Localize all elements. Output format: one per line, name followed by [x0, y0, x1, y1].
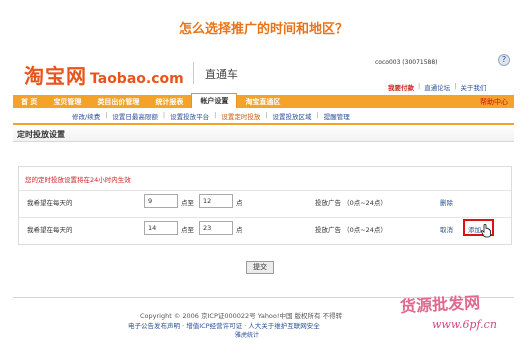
subnav-reminders[interactable]: 提醒管理 — [324, 111, 350, 121]
pay-link[interactable]: 我要付款 — [388, 82, 414, 92]
logo-divider — [193, 62, 194, 84]
product-name: 直通车 — [205, 68, 238, 81]
nav-tab-category-bids[interactable]: 类目出价管理 — [89, 95, 147, 108]
ads-range-text: 投放广告 （0点~24点） — [315, 226, 387, 234]
end-hour-input[interactable]: 12 — [199, 194, 233, 208]
row-label: 我希望在每天的 — [27, 199, 73, 207]
top-links: 我要付款 | 直通论坛 | 关于我们 — [388, 82, 486, 92]
forum-link[interactable]: 直通论坛 — [424, 82, 450, 92]
copyright-text: Copyright © 2006 京ICP证000022号 Yahoo!中国 版… — [140, 312, 343, 320]
divider: | — [214, 111, 217, 119]
subnav-schedule[interactable]: 设置定时投放 — [221, 111, 260, 121]
to-label: 点至 — [181, 199, 194, 207]
divider: | — [316, 111, 319, 119]
subnav-renew[interactable]: 修改/续费 — [72, 111, 100, 121]
nav-tab-items[interactable]: 宝贝管理 — [45, 95, 89, 108]
ads-range-text: 投放广告 （0点~24点） — [315, 199, 387, 207]
cancel-link[interactable]: 取消 — [440, 224, 453, 234]
subnav-region[interactable]: 设置投放区域 — [273, 111, 312, 121]
start-hour-input[interactable]: 9 — [144, 194, 178, 208]
help-center-link[interactable]: 帮助中心 — [480, 95, 514, 108]
logo-text-en: Taobao.com — [90, 71, 184, 87]
notice-text: 您的定时投放设置将在24小时内生效 — [25, 176, 131, 184]
end-hour-input[interactable]: 23 — [199, 221, 233, 235]
main-nav: 首 页 宝贝管理 类目出价管理 统计报表 帐户设置 淘宝直通区 帮助中心 — [13, 93, 514, 108]
nav-tab-home[interactable]: 首 页 — [13, 95, 45, 108]
about-link[interactable]: 关于我们 — [460, 82, 486, 92]
footer-links[interactable]: 电子公告发布声明 · 增值ICP经营许可证 · 人大关于维护互联网安全 — [128, 320, 320, 330]
watermark-url: www.6pf.cn — [432, 318, 497, 331]
subnav-daily-limit[interactable]: 设置日最高限额 — [112, 111, 158, 121]
add-button[interactable]: 添加 — [463, 219, 494, 238]
divider: | — [418, 82, 421, 90]
divider: | — [162, 111, 166, 119]
nav-tab-account-settings[interactable]: 帐户设置 — [191, 93, 238, 108]
help-icon[interactable]: ? — [498, 54, 510, 66]
nav-tab-direct-zone[interactable]: 淘宝直通区 — [237, 95, 288, 108]
taobao-logo[interactable]: 淘宝网 Taobao.com — [24, 60, 184, 89]
divider: | — [265, 111, 268, 119]
subnav-platform[interactable]: 设置投放平台 — [170, 111, 209, 121]
schedule-row: 我希望在每天的 9 点至 12 点 投放广告 （0点~24点） 删除 — [19, 190, 511, 210]
divider: | — [105, 111, 108, 119]
nav-tab-reports[interactable]: 统计报表 — [147, 95, 191, 108]
schedule-panel: 您的定时投放设置将在24小时内生效 我希望在每天的 9 点至 12 点 投放广告… — [18, 166, 512, 245]
schedule-row: 我希望在每天的 14 点至 23 点 投放广告 （0点~24点） 取消 添加 — [19, 217, 511, 238]
submit-button[interactable]: 提交 — [246, 261, 274, 274]
delete-link[interactable]: 删除 — [440, 197, 453, 207]
stats-link[interactable]: 雅虎统计 — [235, 330, 259, 339]
logo-text-cn: 淘宝网 — [24, 64, 87, 88]
hour-unit: 点 — [236, 226, 243, 234]
section-header: 定时投放设置 — [13, 123, 514, 142]
start-hour-input[interactable]: 14 — [144, 221, 178, 235]
hand-cursor-icon — [480, 224, 491, 238]
to-label: 点至 — [181, 226, 194, 234]
divider: | — [454, 82, 457, 90]
sub-nav: 修改/续费 | 设置日最高限额 | 设置投放平台 | 设置定时投放 | 设置投放… — [72, 111, 350, 121]
watermark-text: 货源批发网 — [399, 292, 481, 317]
page-headline: 怎么选择推广的时间和地区？ — [178, 22, 348, 37]
section-title: 定时投放设置 — [17, 130, 65, 139]
row-label: 我希望在每天的 — [27, 226, 73, 234]
hour-unit: 点 — [236, 199, 243, 207]
account-info: coco003 (30071588) — [375, 59, 438, 66]
